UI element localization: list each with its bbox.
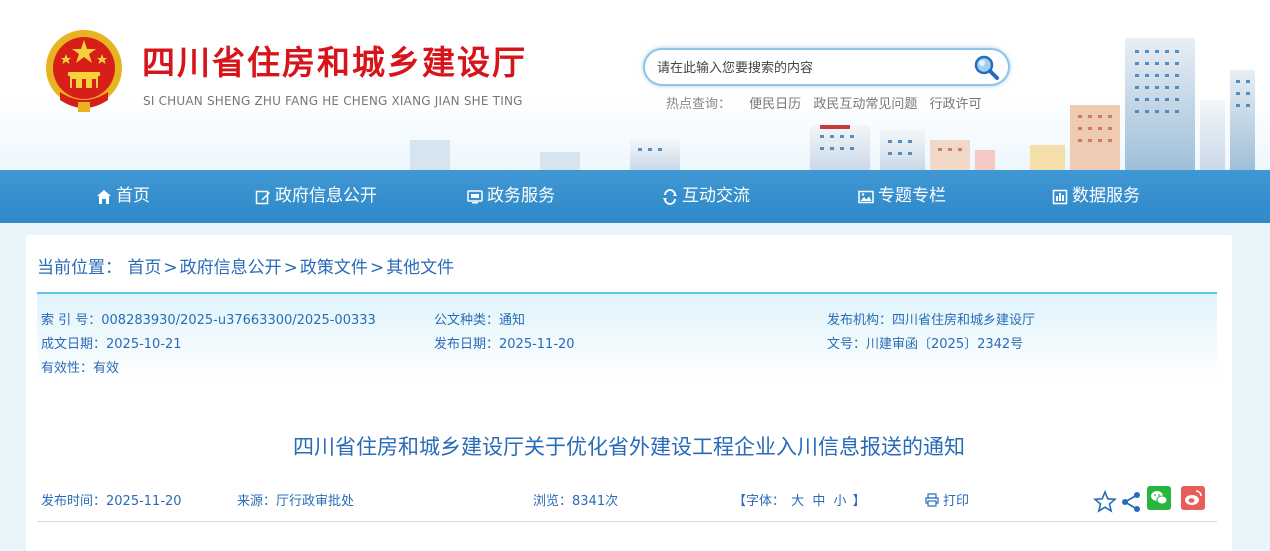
interaction-icon	[663, 188, 677, 205]
printer-icon	[925, 492, 939, 507]
font-size-medium[interactable]: 中	[812, 494, 825, 509]
view-count: 浏览：8341次	[533, 494, 619, 509]
hot-link-permit[interactable]: 行政许可	[929, 97, 981, 112]
font-size-controls: 【字体： 大 中 小 】	[733, 490, 866, 509]
site-subtitle: SI CHUAN SHENG ZHU FANG HE CHENG XIANG J…	[143, 94, 523, 108]
article-info-bar: 发布时间：2025-11-20 来源：厅行政审批处 浏览：8341次 【字体： …	[37, 482, 1217, 522]
breadcrumb-other-docs[interactable]: 其他文件	[386, 258, 454, 278]
edit-icon	[255, 190, 270, 204]
nav-label-data-service: 数据服务	[1072, 186, 1140, 206]
breadcrumb-separator: >	[369, 258, 385, 278]
hot-search-label: 热点查询：	[666, 97, 732, 112]
font-size-large[interactable]: 大	[791, 494, 804, 509]
publish-time: 发布时间：2025-11-20	[41, 494, 182, 509]
article-panel: 当前位置： 首页 > 政府信息公开 > 政策文件 > 其他文件 索 引 号：00828393…	[26, 235, 1232, 551]
nav-label-home: 首页	[116, 186, 150, 206]
breadcrumb-policy-docs[interactable]: 政策文件	[300, 258, 368, 278]
home-icon	[97, 189, 111, 204]
favorite-star-icon[interactable]	[1093, 490, 1117, 514]
meta-published-date: 发布日期：2025-11-20	[434, 337, 575, 352]
hot-link-faq[interactable]: 政民互动常见问题	[813, 97, 917, 112]
wechat-share-icon[interactable]	[1147, 486, 1171, 510]
print-label: 打印	[943, 494, 970, 509]
nav-item-data-service[interactable]: 数据服务	[1052, 170, 1140, 223]
nav-label-special-topics: 专题专栏	[878, 186, 946, 206]
article-source: 来源：厅行政审批处	[237, 494, 355, 509]
share-icon[interactable]	[1119, 490, 1143, 514]
font-size-small[interactable]: 小	[833, 494, 846, 509]
breadcrumb-label: 当前位置：	[37, 258, 122, 278]
breadcrumb: 当前位置： 首页 > 政府信息公开 > 政策文件 > 其他文件	[37, 253, 454, 278]
nav-label-gov-info: 政府信息公开	[275, 186, 377, 206]
font-label-open: 【字体：	[733, 494, 786, 509]
nav-item-gov-info[interactable]: 政府信息公开	[255, 170, 377, 223]
hot-search-links: 热点查询： 便民日历 政民互动常见问题 行政许可	[666, 93, 989, 112]
meta-index-number: 索 引 号：008283930/2025-u37663300/2025-0033…	[41, 313, 376, 328]
search-icon[interactable]	[972, 53, 1000, 81]
monitor-icon	[467, 189, 483, 203]
nav-item-gov-service[interactable]: 政务服务	[467, 170, 555, 223]
print-button[interactable]: 打印	[925, 490, 969, 509]
site-title[interactable]: 四川省住房和城乡建设厅	[142, 36, 527, 84]
nav-label-interaction: 互动交流	[682, 186, 750, 206]
meta-publisher: 发布机构：四川省住房和城乡建设厅	[827, 313, 1036, 328]
search-bar	[643, 48, 1010, 86]
weibo-share-icon[interactable]	[1181, 486, 1205, 510]
search-input[interactable]	[657, 58, 977, 78]
meta-doc-number: 文号：川建审函〔2025〕2342号	[827, 337, 1024, 352]
main-navigation: 首页 政府信息公开 政务服务 互动交流 专题专栏 数据服务	[0, 170, 1270, 223]
meta-validity: 有效性：有效	[41, 361, 120, 376]
national-emblem-icon	[46, 30, 122, 112]
hot-link-calendar[interactable]: 便民日历	[749, 97, 801, 112]
breadcrumb-separator: >	[163, 258, 178, 278]
nav-item-home[interactable]: 首页	[96, 170, 150, 223]
meta-doc-type: 公文种类：通知	[434, 313, 526, 328]
meta-created-date: 成文日期：2025-10-21	[41, 337, 182, 352]
breadcrumb-separator: >	[283, 258, 298, 278]
breadcrumb-gov-info[interactable]: 政府信息公开	[180, 258, 282, 278]
article-title: 四川省住房和城乡建设厅关于优化省外建设工程企业入川信息报送的通知	[293, 435, 965, 459]
image-icon	[858, 190, 874, 203]
site-header: 四川省住房和城乡建设厅 SI CHUAN SHENG ZHU FANG HE C…	[0, 0, 1270, 170]
bar-chart-icon	[1052, 189, 1068, 204]
nav-label-gov-service: 政务服务	[487, 186, 555, 206]
nav-item-interaction[interactable]: 互动交流	[662, 170, 750, 223]
nav-item-special-topics[interactable]: 专题专栏	[858, 170, 946, 223]
breadcrumb-home[interactable]: 首页	[127, 258, 161, 278]
document-metadata: 索 引 号：008283930/2025-u37663300/2025-0033…	[37, 292, 1217, 382]
font-label-close: 】	[852, 494, 866, 509]
